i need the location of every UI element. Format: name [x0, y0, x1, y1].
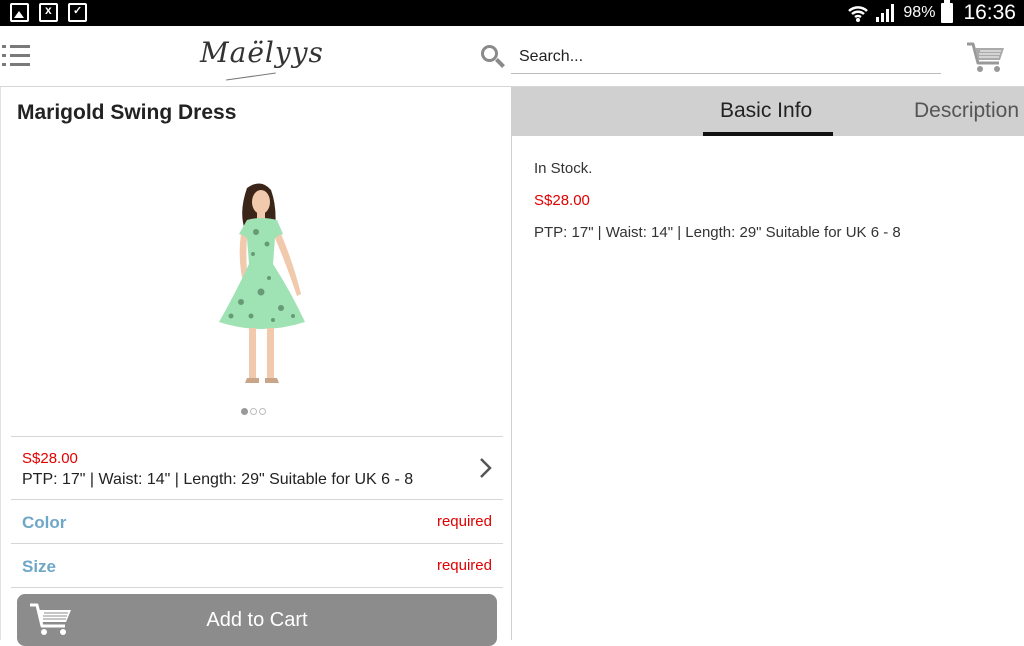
tab-description[interactable]: Description — [914, 99, 1019, 123]
spreadsheet-icon — [39, 3, 58, 22]
detail-price: S$28.00 — [534, 192, 590, 209]
gallery-icon — [10, 3, 29, 22]
search-icon[interactable] — [481, 45, 505, 68]
status-bar: 98% 16:36 — [0, 0, 1024, 26]
brand-logo[interactable]: Maëlyys — [200, 36, 324, 69]
menu-icon[interactable] — [2, 43, 32, 69]
price-detail-row[interactable]: S$28.00 PTP: 17" | Waist: 14" | Length: … — [11, 437, 503, 499]
battery-icon — [941, 0, 954, 23]
detail-measurements: PTP: 17" | Waist: 14" | Length: 29" Suit… — [534, 224, 901, 241]
logo-swash — [226, 72, 276, 82]
cart-icon[interactable] — [966, 41, 1006, 73]
details-tabbar: Basic Info Description — [512, 87, 1024, 136]
clock: 16:36 — [963, 1, 1016, 24]
pager-dot[interactable] — [250, 408, 257, 415]
wifi-icon — [848, 6, 869, 22]
add-to-cart-label: Add to Cart — [206, 609, 308, 631]
search-input[interactable] — [511, 41, 941, 74]
size-required-note: required — [436, 557, 492, 574]
size-option-row[interactable]: Size required — [11, 544, 503, 588]
app-toolbar: Maëlyys — [0, 26, 1024, 87]
battery-percentage: 98% — [903, 4, 936, 21]
color-option-row[interactable]: Color required — [11, 500, 503, 544]
details-panel: Basic Info Description In Stock. S$28.00… — [512, 87, 1024, 640]
size-option-label: Size — [22, 557, 57, 576]
product-image[interactable] — [201, 182, 327, 387]
color-required-note: required — [436, 513, 492, 530]
pager-dot[interactable] — [241, 408, 248, 415]
product-price: S$28.00 — [22, 450, 78, 467]
image-pager[interactable] — [241, 408, 266, 415]
clipboard-check-icon — [68, 3, 87, 22]
stock-status: In Stock. — [534, 160, 593, 177]
active-tab-indicator — [703, 132, 833, 136]
signal-icon — [876, 4, 895, 22]
add-to-cart-button[interactable]: Add to Cart — [17, 594, 497, 646]
product-panel: Marigold Swing Dress S$28.00 PTP: 17" | … — [0, 87, 512, 646]
chevron-right-icon — [480, 458, 492, 478]
product-title: Marigold Swing Dress — [17, 101, 237, 124]
product-measurements: PTP: 17" | Waist: 14" | Length: 29" Suit… — [22, 471, 414, 488]
pager-dot[interactable] — [259, 408, 266, 415]
color-option-label: Color — [22, 513, 67, 532]
divider — [11, 587, 503, 588]
tab-basic-info[interactable]: Basic Info — [720, 99, 812, 123]
